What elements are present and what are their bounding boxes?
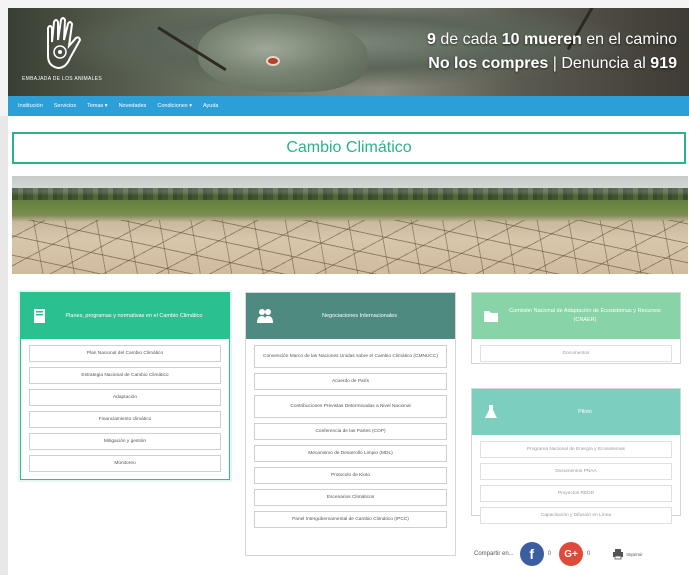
card-comision: Comisión Nacional de Adaptación de Ecosi… bbox=[471, 292, 681, 364]
nav-item-ayuda[interactable]: Ayuda bbox=[203, 103, 219, 109]
list-link[interactable]: Mitigación y gestión bbox=[29, 433, 221, 450]
nav-item-temas[interactable]: Temas ▾ bbox=[87, 103, 108, 109]
link-list: Convención Marco de las Naciones Unidas … bbox=[246, 339, 455, 539]
link-list: Plan Nacional del Cambio Climático Estra… bbox=[21, 339, 229, 483]
main-nav: Institución Servicios Temas ▾ Novedades … bbox=[8, 96, 689, 116]
facebook-count: 0 bbox=[547, 551, 552, 557]
slogan-text-5: | Denuncia al bbox=[548, 55, 651, 72]
list-link[interactable]: Estrategia Nacional de Cambio Climático bbox=[29, 367, 221, 384]
list-link[interactable]: Contribuciones Previstas Determinadas a … bbox=[254, 395, 447, 418]
print-label: Imprimir bbox=[626, 551, 643, 557]
link-list: Programa Nacional de Energía y Ecosistem… bbox=[472, 435, 680, 535]
list-link[interactable]: Monitoreo bbox=[29, 455, 221, 472]
list-link[interactable]: Convención Marco de las Naciones Unidas … bbox=[254, 345, 447, 368]
list-link[interactable]: Escenarios Climáticos bbox=[254, 489, 447, 506]
list-link[interactable]: Acuerdo de París bbox=[254, 373, 447, 390]
facebook-share-button[interactable]: f bbox=[519, 542, 544, 566]
nav-item-institucion[interactable]: Institución bbox=[18, 103, 43, 109]
card-title: Piloto bbox=[578, 408, 592, 415]
iguana-eye bbox=[266, 56, 280, 66]
cracked-earth bbox=[12, 220, 688, 274]
list-link[interactable]: Panel Intergubernamental de Cambio Climá… bbox=[254, 511, 447, 528]
card-title: Planes, programas y normativas en el Cam… bbox=[65, 312, 203, 319]
slogan-text-3: en el camino bbox=[581, 31, 677, 48]
folder-icon bbox=[484, 311, 498, 322]
facebook-icon: f bbox=[529, 546, 535, 562]
share-label: Compartir en... bbox=[474, 551, 514, 557]
print-button[interactable]: Imprimir bbox=[612, 548, 643, 560]
list-link[interactable]: Financiamiento climático bbox=[29, 411, 221, 428]
site-logo[interactable]: EMBAJADA DE LOS ANIMALES bbox=[22, 16, 102, 88]
list-link[interactable]: Proyectos REDD bbox=[480, 485, 672, 502]
slogan-text-4: No los compres bbox=[428, 55, 549, 72]
list-link[interactable]: Documentos bbox=[480, 345, 672, 362]
card-negociaciones: Negociaciones Internacionales Convención… bbox=[245, 292, 456, 556]
nav-item-novedades[interactable]: Novedades bbox=[119, 103, 147, 109]
slogan-line-1: 9 de cada 10 mueren en el camino bbox=[387, 28, 677, 52]
page-content: Cambio Climático Planes, programas y nor… bbox=[8, 116, 689, 575]
list-link[interactable]: Conferencia de las Partes (COP) bbox=[254, 423, 447, 440]
link-list: Documentos bbox=[472, 339, 680, 373]
list-link[interactable]: Programa Nacional de Energía y Ecosistem… bbox=[480, 441, 672, 458]
tree-line bbox=[12, 188, 688, 200]
scrollbar[interactable] bbox=[0, 116, 8, 575]
card-planes-programas: Planes, programas y normativas en el Cam… bbox=[20, 292, 230, 480]
card-title: Comisión Nacional de Adaptación de Ecosi… bbox=[509, 308, 661, 323]
list-link[interactable]: Documentos PNAA bbox=[480, 463, 672, 480]
card-header: Piloto bbox=[472, 389, 680, 435]
google-plus-share-button[interactable]: G+ bbox=[559, 542, 584, 566]
book-icon bbox=[34, 309, 45, 323]
card-header: Planes, programas y normativas en el Cam… bbox=[21, 293, 229, 339]
card-piloto: Piloto Programa Nacional de Energía y Ec… bbox=[471, 388, 681, 524]
list-link[interactable]: Mecanismo de Desarrollo Limpio (MDL) bbox=[254, 445, 447, 462]
google-plus-icon: G+ bbox=[564, 548, 578, 560]
card-header: Negociaciones Internacionales bbox=[246, 293, 455, 339]
people-icon bbox=[257, 309, 273, 323]
hand-logo-icon bbox=[47, 17, 82, 70]
page-title: Cambio Climático bbox=[12, 132, 686, 164]
slogan-line-2: No los compres | Denuncia al 919 bbox=[387, 52, 677, 76]
google-plus-count: 0 bbox=[587, 551, 591, 557]
header-banner: EMBAJADA DE LOS ANIMALES 9 de cada 10 mu… bbox=[8, 8, 689, 96]
iguana-image bbox=[198, 14, 368, 92]
list-link[interactable]: Capacitación y Difusión en Línea bbox=[480, 507, 672, 524]
nav-item-condiciones[interactable]: Condiciones ▾ bbox=[157, 103, 192, 109]
printer-icon bbox=[613, 549, 624, 560]
card-header: Comisión Nacional de Adaptación de Ecosi… bbox=[472, 293, 680, 339]
share-bar: Compartir en... f 0 G+ 0 Imprimir bbox=[474, 540, 684, 568]
list-link[interactable]: Adaptación bbox=[29, 389, 221, 406]
slogan-text-2: 10 mueren bbox=[501, 31, 582, 48]
list-link[interactable]: Plan Nacional del Cambio Climático bbox=[29, 345, 221, 362]
list-link[interactable]: Protocolo de Kioto bbox=[254, 467, 447, 484]
flask-icon bbox=[485, 405, 497, 418]
hero-image-dry-land bbox=[12, 176, 688, 274]
card-title: Negociaciones Internacionales bbox=[322, 312, 397, 319]
logo-text: EMBAJADA DE LOS ANIMALES bbox=[22, 76, 103, 82]
slogan-number-1: 9 bbox=[427, 31, 436, 48]
slogan-phone: 919 bbox=[650, 55, 677, 72]
slogan: 9 de cada 10 mueren en el camino No los … bbox=[387, 28, 677, 76]
nav-item-servicios[interactable]: Servicios bbox=[54, 103, 76, 109]
slogan-text-1: de cada bbox=[435, 31, 502, 48]
